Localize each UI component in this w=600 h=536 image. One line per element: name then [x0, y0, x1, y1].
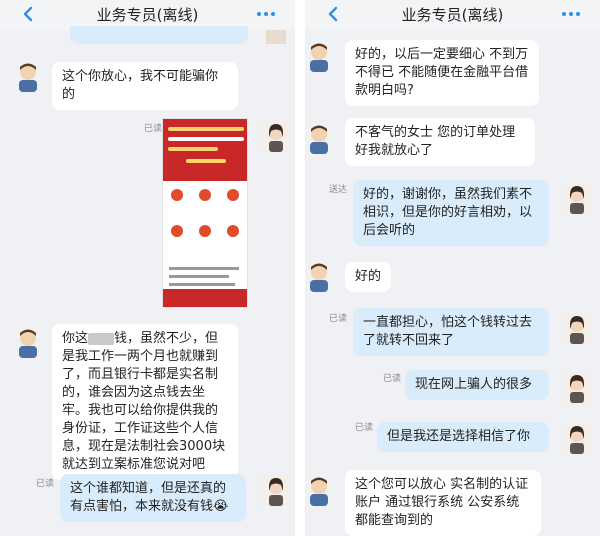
message-bubble-incoming: 好的: [345, 262, 391, 292]
message-bubble-outgoing: 好的，谢谢你，虽然我们素不相识，但是你的好言相劝，以后会听的: [353, 180, 549, 246]
chat-header: 业务专员(离线): [305, 0, 600, 30]
read-receipt: 已读: [36, 479, 55, 489]
screenshot-banner: [163, 119, 247, 181]
message-bubble-incoming: 不客气的女士 您的订单处理好我就放心了: [345, 118, 535, 166]
more-dots-icon[interactable]: [255, 5, 277, 23]
user-avatar: [563, 424, 591, 454]
message-bubble-outgoing: 但是我还是选择相信了你: [377, 422, 549, 452]
read-receipt: 已读: [329, 314, 348, 324]
message-bubble-incoming: 你这 钱，虽然不少，但是我工作一两个月也就赚到了，而且银行卡都是实名制的，谁会因为…: [52, 324, 238, 480]
read-receipt: 已读: [144, 124, 163, 134]
agent-avatar: [19, 63, 37, 92]
user-avatar: [262, 476, 290, 506]
user-avatar: [563, 314, 591, 344]
agent-avatar: [310, 477, 328, 506]
message-bubble-outgoing: 现在网上骗人的很多: [405, 370, 549, 400]
user-avatar: [266, 30, 286, 44]
delivered-receipt: 送达: [329, 185, 348, 195]
message-bubble-outgoing-partial: [70, 26, 248, 44]
message-text-start: 你这: [62, 331, 89, 346]
chat-title: 业务专员(离线): [401, 6, 504, 24]
chat-panel-left: 业务专员(离线) 这个你放心，我不可能骗你的 已读 你这 钱，虽然不少，但是我工…: [0, 0, 295, 536]
agent-avatar: [19, 329, 37, 358]
chat-panel-right: 业务专员(离线) 好的，以后一定要细心 不到万不得已 不能随便在金融平台借款明白…: [305, 0, 600, 536]
agent-avatar: [310, 43, 328, 72]
agent-avatar: [310, 263, 328, 292]
message-text-rest: 钱，虽然不少，但是我工作一两个月也就赚到了，而且银行卡都是实名制的，谁会因为这点…: [62, 331, 226, 472]
redacted-amount: [88, 332, 115, 345]
chat-title: 业务专员(离线): [96, 6, 199, 24]
message-bubble-outgoing: 一直都担心，怕这个钱转过去了就转不回来了: [353, 308, 549, 356]
shared-screenshot-image[interactable]: [162, 118, 248, 308]
screenshot-footer: [163, 289, 247, 307]
message-bubble-incoming: 好的，以后一定要细心 不到万不得已 不能随便在金融平台借款明白吗?: [345, 40, 539, 106]
message-bubble-incoming: 这个你放心，我不可能骗你的: [52, 62, 238, 110]
message-bubble-incoming: 这个您可以放心 实名制的认证账户 通过银行系统 公安系统都能查询到的: [345, 470, 541, 536]
agent-avatar: [310, 125, 328, 154]
user-avatar: [563, 373, 591, 403]
more-dots-icon[interactable]: [560, 5, 582, 23]
user-avatar: [262, 122, 290, 152]
user-avatar: [563, 184, 591, 214]
read-receipt: 已读: [383, 374, 402, 384]
message-bubble-outgoing: 这个谁都知道，但是还真的有点害怕，本来就没有钱😭: [60, 474, 246, 522]
read-receipt: 已读: [355, 423, 374, 433]
